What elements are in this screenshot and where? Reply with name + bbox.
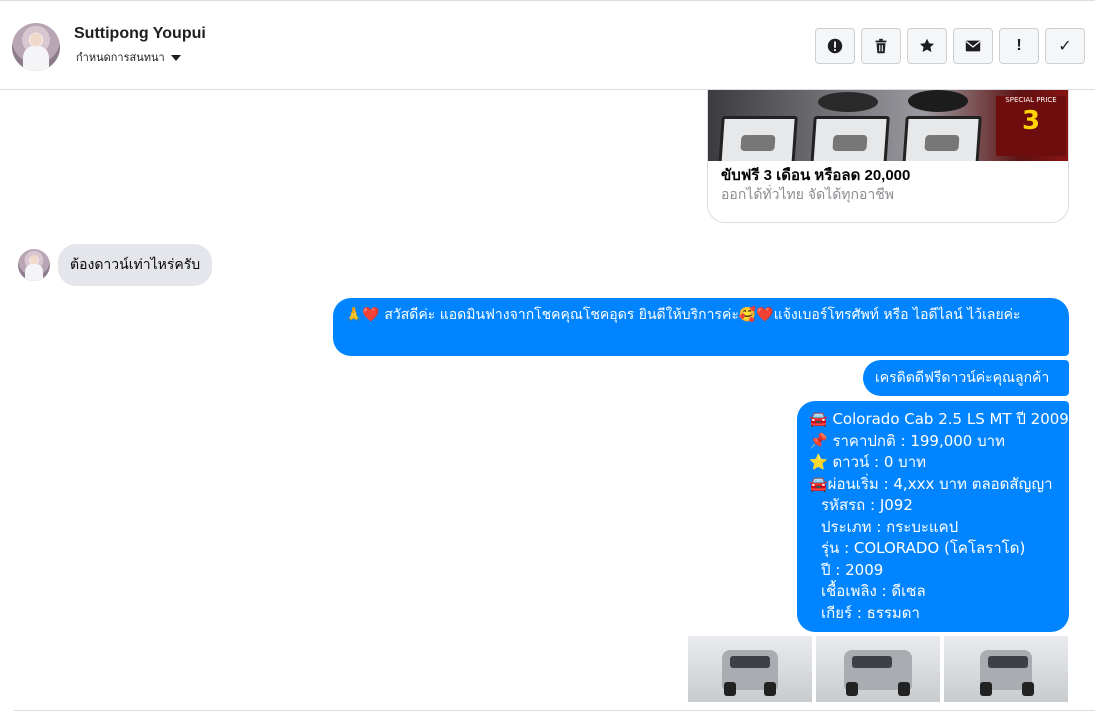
photo-thumbnail[interactable]	[688, 636, 812, 702]
message-line: 🚘ผ่อนเริ่ม : 4,xxx บาท ตลอดสัญญา	[809, 474, 1053, 493]
conversation-schedule-label: กำหนดการสนทนา	[76, 52, 165, 64]
message-line: ⭐ ดาวน์ : 0 บาท	[809, 453, 927, 471]
promo-small-text: SPECIAL PRICE	[1005, 96, 1057, 104]
mark-unread-button[interactable]	[953, 28, 993, 64]
star-icon	[919, 38, 935, 53]
message-thread[interactable]: SPECIAL PRICE 3 ขับฟรี 3 เดือน หรือลด 20…	[0, 90, 1095, 714]
contact-name[interactable]: Suttipong Youpui	[74, 25, 206, 43]
photo-attachments	[688, 636, 1068, 702]
ad-subtitle: ออกได้ทั่วไทย จัดได้ทุกอาชีพ	[721, 186, 895, 202]
conversation-header: Suttipong Youpui กำหนดการสนทนา ! ✓	[0, 0, 1095, 90]
incoming-message[interactable]: ต้องดาวน์เท่าไหร่ครับ	[58, 244, 213, 286]
outgoing-message-car-details[interactable]: 🚘 Colorado Cab 2.5 LS MT ปี 2009 📌 ราคาป…	[797, 401, 1069, 632]
message-line: 📌 ราคาปกติ : 199,000 บาท	[809, 431, 1005, 450]
message-line: 🚘 Colorado Cab 2.5 LS MT ปี 2009	[809, 410, 1069, 428]
message-line: ประเภท : กระบะแคป	[821, 517, 959, 536]
conversation-actions: ! ✓	[815, 28, 1085, 64]
caret-down-icon	[170, 55, 181, 61]
outgoing-message[interactable]: 🙏❤️ สวัสดีค่ะ แอดมินฟางจากโชคคุณโชคอุดร …	[333, 298, 1069, 356]
exclamation-icon: !	[1016, 37, 1022, 54]
contact-avatar[interactable]	[12, 23, 60, 71]
message-line: เชื้อเพลิง : ดีเซล	[821, 582, 926, 600]
photo-thumbnail[interactable]	[816, 636, 940, 702]
photo-thumbnail[interactable]	[944, 636, 1068, 702]
conversation-schedule-dropdown[interactable]: กำหนดการสนทนา	[76, 48, 181, 66]
message-line: รหัสรถ : J092	[821, 496, 913, 514]
outgoing-message[interactable]: เครดิตดีฟรีดาวน์ค่ะคุณลูกค้า	[863, 360, 1069, 396]
envelope-icon	[965, 40, 981, 52]
promo-big-number: 3	[1021, 106, 1041, 136]
important-button[interactable]: !	[999, 28, 1039, 64]
ad-image: SPECIAL PRICE 3	[708, 90, 1068, 161]
delete-button[interactable]	[861, 28, 901, 64]
divider	[14, 710, 1095, 711]
check-icon: ✓	[1058, 38, 1072, 55]
star-button[interactable]	[907, 28, 947, 64]
alert-circle-icon	[827, 38, 843, 54]
message-line: ปี : 2009	[821, 560, 884, 579]
message-line: เกียร์ : ธรรมดา	[821, 603, 920, 622]
mark-done-button[interactable]: ✓	[1045, 28, 1085, 64]
trash-icon	[875, 38, 887, 54]
promo-badge: SPECIAL PRICE 3	[996, 96, 1066, 156]
sender-avatar[interactable]	[18, 249, 50, 281]
incoming-message-row: ต้องดาวน์เท่าไหร่ครับ	[18, 244, 213, 286]
report-button[interactable]	[815, 28, 855, 64]
ad-attachment-card[interactable]: SPECIAL PRICE 3 ขับฟรี 3 เดือน หรือลด 20…	[707, 90, 1069, 223]
message-line: รุ่น : COLORADO (โคโลราโด)	[821, 539, 1026, 557]
